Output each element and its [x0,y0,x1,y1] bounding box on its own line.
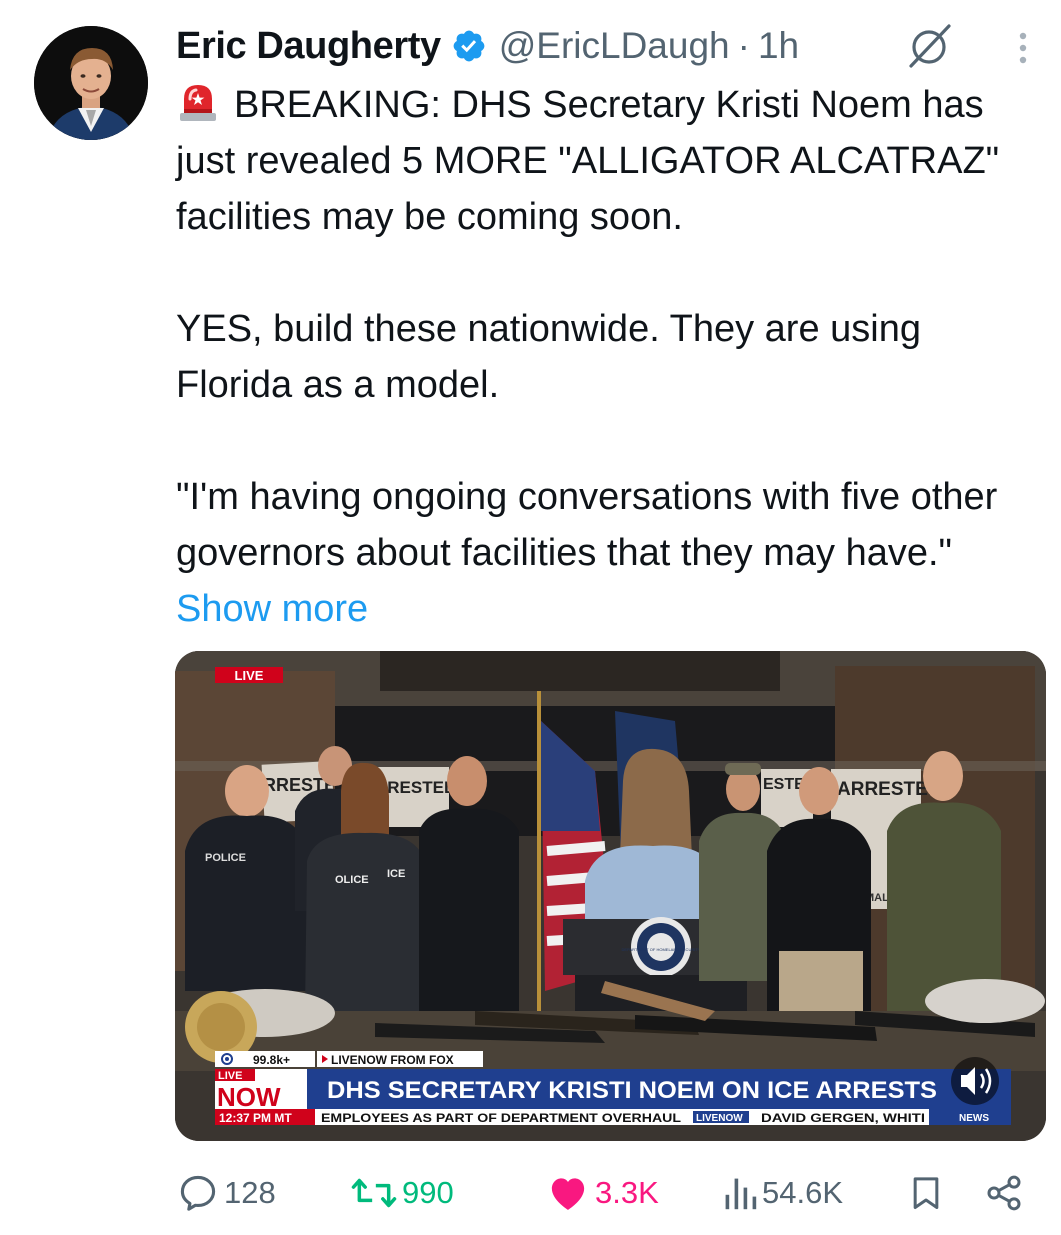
vest-police-text: POLICE [205,852,246,864]
now-label: NOW [217,1082,281,1112]
dhs-seal-text: DEPARTMENT OF HOMELAND SECURITY [622,947,701,952]
bookmark-icon [913,1177,939,1209]
share-button[interactable] [984,1166,1024,1220]
bookmark-button[interactable] [906,1166,946,1220]
retweet-button[interactable]: 990 [350,1166,454,1220]
ticker-text: EMPLOYEES AS PART OF DEPARTMENT OVERHAUL [321,1111,681,1125]
volume-icon[interactable] [951,1057,999,1105]
tweet-line-1: BREAKING: DHS Secretary Kristi Noem has … [176,77,1036,245]
vest-ice-text: ICE [387,868,405,880]
source-label: LIVENOW FROM FOX [331,1053,454,1067]
retweet-icon [351,1178,397,1208]
tweet-line-3-text: "I'm having ongoing conversations with f… [176,476,998,574]
vest-police2-text: OLICE [335,874,369,886]
live-badge: LIVE [235,668,264,683]
tweet-header: Eric Daugherty @EricLDaugh · 1h [176,18,799,74]
news-tag: NEWS [959,1113,989,1124]
ticker-next-text: DAVID GERGEN, WHITI [761,1111,925,1125]
tweet-line-3: "I'm having ongoing conversations with f… [176,469,1036,637]
retweet-count: 990 [402,1175,454,1210]
live-small-label: LIVE [218,1070,242,1082]
police-siren-icon [176,79,220,123]
author-handle[interactable]: @EricLDaugh [499,25,730,67]
tweet-actions: 128 990 3.3K 54.6K [0,1166,1061,1220]
views-button[interactable]: 54.6K [722,1166,843,1220]
like-count: 3.3K [595,1175,659,1210]
views-icon [725,1178,757,1210]
share-icon [987,1175,1021,1211]
tweet-time[interactable]: 1h [758,25,799,67]
banner-right1-text: ESTE [763,776,805,793]
heart-icon [551,1178,585,1210]
tweet-line-1-text: BREAKING: DHS Secretary Kristi Noem has … [176,84,1000,238]
reply-icon [180,1175,216,1211]
headline-text: DHS SECRETARY KRISTI NOEM ON ICE ARRESTS [327,1077,937,1104]
tweet-text: BREAKING: DHS Secretary Kristi Noem has … [176,77,1036,637]
show-more-link[interactable]: Show more [176,588,368,630]
reply-count: 128 [224,1175,276,1210]
separator-dot: · [737,25,750,66]
grok-icon[interactable] [903,20,955,72]
ticker-logo: LIVENOW [696,1113,743,1124]
tweet-video[interactable]: RRESTE RRESTED ESTE ARRESTED MAL ABU POL… [175,651,1046,1141]
like-button[interactable]: 3.3K [545,1166,659,1220]
author-name[interactable]: Eric Daugherty [176,25,441,68]
reply-button[interactable]: 128 [176,1166,276,1220]
more-options-icon[interactable] [1008,28,1038,68]
verified-badge-icon[interactable] [451,28,487,64]
viewer-count: 99.8k+ [253,1053,290,1067]
views-count: 54.6K [762,1175,844,1210]
tweet-line-2: YES, build these nationwide. They are us… [176,308,921,406]
author-avatar[interactable] [34,26,148,140]
time-label: 12:37 PM MT [219,1111,292,1125]
